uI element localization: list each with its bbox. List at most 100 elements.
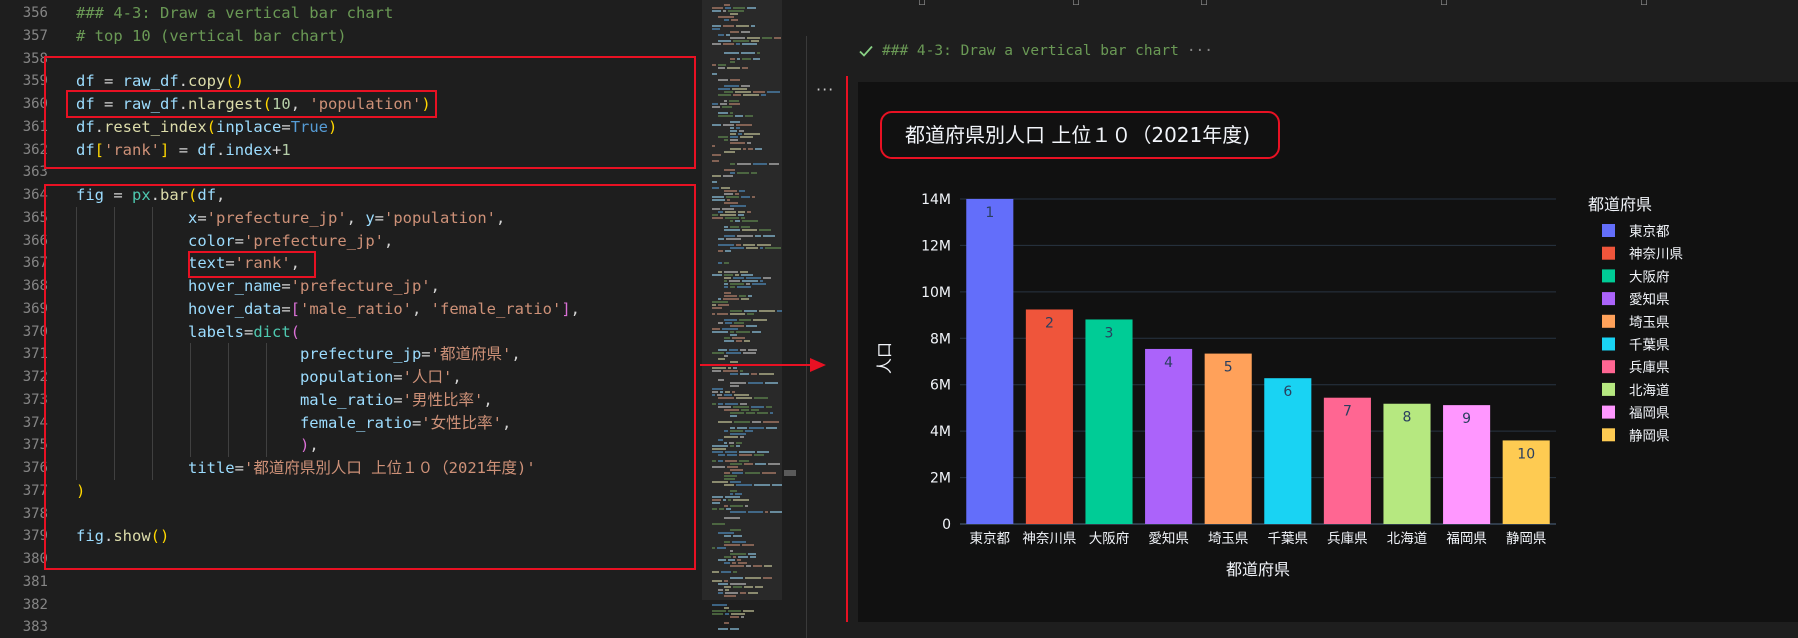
minimap-line xyxy=(733,277,744,279)
minimap-line xyxy=(724,262,729,264)
legend-swatch[interactable] xyxy=(1602,405,1615,419)
minimap-line xyxy=(735,220,740,222)
minimap-line xyxy=(752,283,766,285)
minimap-line xyxy=(736,484,752,486)
minimap-line xyxy=(743,148,746,150)
bar[interactable] xyxy=(1025,309,1073,524)
bar-chart[interactable]: 0 2M 4M 6M 8M 10M 12M 14M 1 東京都 2 神奈川県 3 大阪府 4 愛知県 5 埼玉県 6… xyxy=(858,82,1798,622)
y-tick-label: 4M xyxy=(930,424,951,440)
minimap-line xyxy=(730,361,738,363)
editor-scrollbar-thumb[interactable] xyxy=(784,470,796,476)
minimap-line xyxy=(748,382,763,384)
minimap-line xyxy=(712,124,721,126)
line-number: 381 xyxy=(22,573,48,590)
minimap-line xyxy=(748,349,757,351)
legend-swatch[interactable] xyxy=(1602,360,1615,374)
minimap-line xyxy=(730,415,737,417)
minimap-line xyxy=(718,136,728,138)
minimap-line xyxy=(725,211,736,213)
cell-execution-status[interactable]: ### 4-3: Draw a vertical bar chart ··· xyxy=(858,40,1213,62)
bar[interactable] xyxy=(1145,348,1193,524)
minimap-line xyxy=(750,556,756,558)
minimap-line xyxy=(733,556,736,558)
check-icon xyxy=(858,43,874,59)
minimap-line xyxy=(712,481,728,483)
minimap-line xyxy=(712,451,723,453)
minimap-line xyxy=(729,442,734,444)
code-line[interactable]: # top 10 (vertical bar chart) xyxy=(76,25,347,48)
minimap-line xyxy=(724,340,734,342)
minimap-line xyxy=(724,544,740,546)
minimap-line xyxy=(723,499,726,501)
legend-swatch[interactable] xyxy=(1602,314,1615,328)
toolbar-icon[interactable]: ▫ xyxy=(1200,0,1208,8)
minimap-line xyxy=(712,367,726,369)
minimap-line xyxy=(724,283,728,285)
minimap-line xyxy=(753,58,760,60)
minimap-line xyxy=(730,133,736,135)
legend-swatch[interactable] xyxy=(1602,337,1615,351)
line-number: 358 xyxy=(22,50,48,67)
x-axis-title: 都道府県 xyxy=(1226,560,1290,579)
legend-swatch[interactable] xyxy=(1602,224,1615,237)
line-number: 364 xyxy=(22,187,48,203)
legend-item-label: 千葉県 xyxy=(1629,338,1670,354)
bar[interactable] xyxy=(966,198,1014,524)
minimap-line xyxy=(738,211,745,213)
minimap-line xyxy=(730,205,746,207)
minimap-line xyxy=(712,388,723,390)
minimap-line xyxy=(724,235,735,237)
minimap-line xyxy=(730,412,744,414)
minimap-line xyxy=(730,490,737,492)
line-number: 357 xyxy=(22,27,48,44)
minimap-line xyxy=(730,616,739,618)
minimap-line xyxy=(724,556,731,558)
bar[interactable] xyxy=(1204,353,1252,524)
minimap-line xyxy=(738,133,742,135)
minimap-line xyxy=(712,523,725,525)
legend-swatch[interactable] xyxy=(1602,292,1615,306)
x-tick-label: 東京都 xyxy=(970,531,1011,547)
minimap-line xyxy=(739,319,751,321)
minimap-line xyxy=(725,250,731,252)
minimap-line xyxy=(730,553,746,555)
legend-swatch[interactable] xyxy=(1602,269,1615,283)
minimap-line xyxy=(728,610,741,612)
legend-swatch[interactable] xyxy=(1602,246,1615,260)
bar-data-label: 4 xyxy=(1164,355,1173,371)
minimap-line xyxy=(745,430,753,432)
minimap-line xyxy=(760,280,763,282)
minimap-line xyxy=(718,88,730,90)
minimap-line xyxy=(732,472,743,474)
minimap-line xyxy=(718,349,727,351)
minimap-line xyxy=(724,85,739,87)
minimap-line xyxy=(741,226,750,228)
legend-swatch[interactable] xyxy=(1602,382,1615,396)
minimap-slider[interactable] xyxy=(702,0,782,600)
minimap-line xyxy=(763,277,771,279)
plotly-figure[interactable]: 0 2M 4M 6M 8M 10M 12M 14M 1 東京都 2 神奈川県 3 大阪府 4 愛知県 5 埼玉県 6… xyxy=(858,82,1798,622)
toolbar-icon[interactable]: ▫ xyxy=(1640,0,1648,8)
minimap-line xyxy=(718,79,728,81)
minimap-line xyxy=(727,199,730,201)
minimap-line xyxy=(735,115,743,117)
toolbar-icon[interactable]: ▫ xyxy=(918,0,926,8)
minimap-line xyxy=(745,115,753,117)
editor-scrollbar[interactable] xyxy=(782,0,796,638)
minimap-line xyxy=(741,52,755,54)
legend-item-label: 兵庫県 xyxy=(1629,360,1670,376)
code-line[interactable]: ### 4-3: Draw a vertical bar chart xyxy=(76,2,393,25)
more-actions-icon[interactable]: ··· xyxy=(816,80,834,99)
minimap-line xyxy=(712,28,720,30)
minimap-line xyxy=(712,199,725,201)
bar[interactable] xyxy=(1085,319,1133,524)
minimap-line xyxy=(724,541,730,543)
legend-title: 都道府県 xyxy=(1588,195,1652,214)
toolbar-icon[interactable]: ▫ xyxy=(1440,0,1448,8)
minimap-line xyxy=(741,274,753,276)
code-editor[interactable]: 356 357 358 359 360 361 362 363 364 365 366 367 368 3… xyxy=(0,0,702,638)
minimap-line xyxy=(745,577,761,579)
legend-swatch[interactable] xyxy=(1602,428,1615,442)
toolbar-icon[interactable]: ▫ xyxy=(1072,0,1080,8)
legend-item-label: 福岡県 xyxy=(1629,406,1670,422)
